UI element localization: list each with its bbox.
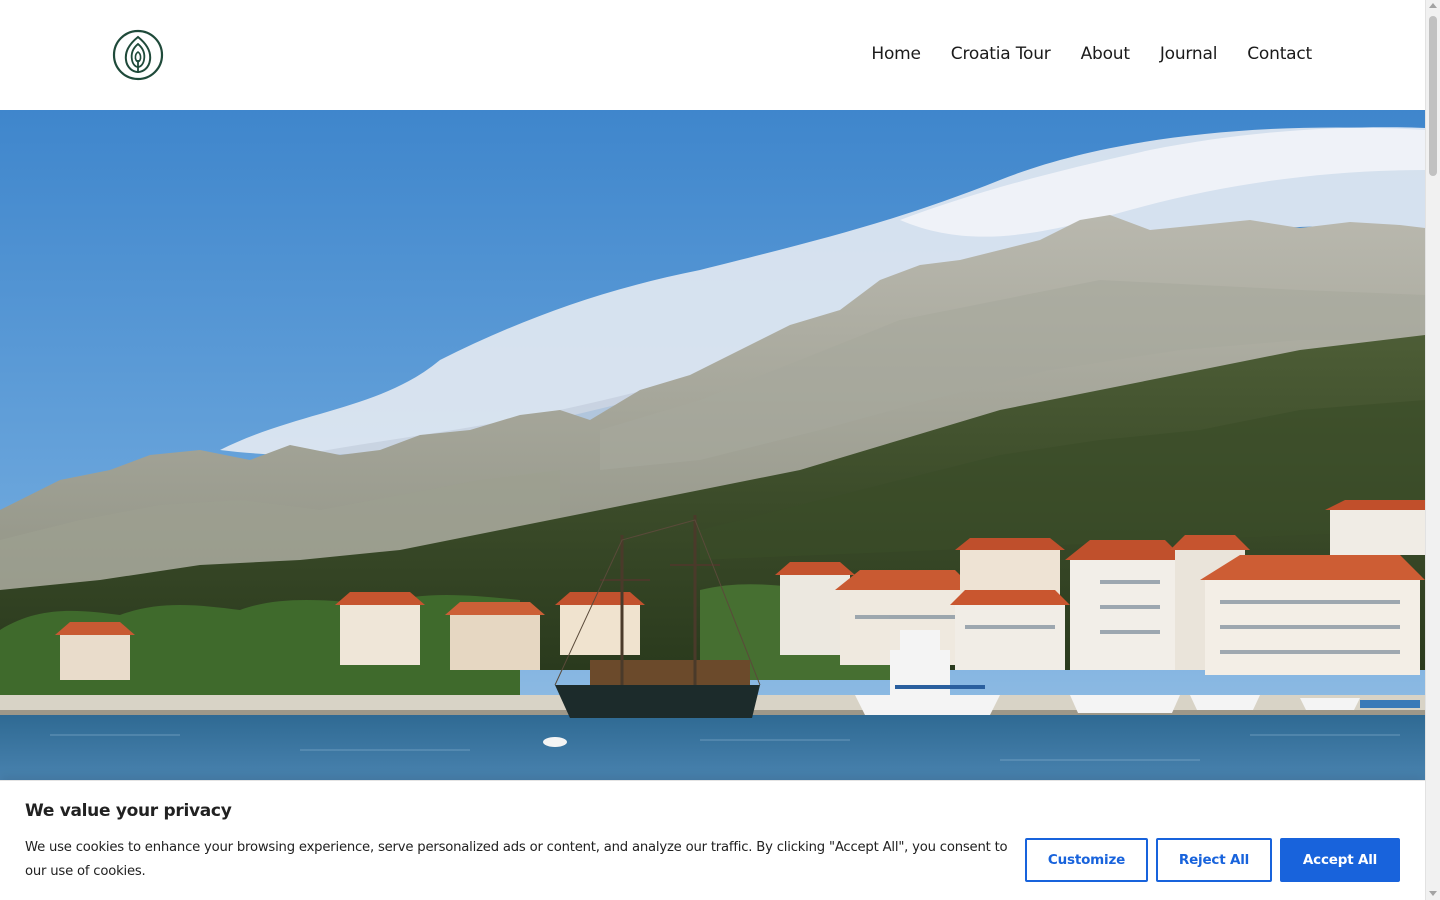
nav-home[interactable]: Home xyxy=(871,42,921,66)
scroll-up-arrow-icon[interactable] xyxy=(1429,3,1437,8)
page-viewport: Home Croatia Tour About Journal Contact xyxy=(0,0,1425,900)
reject-all-button[interactable]: Reject All xyxy=(1156,838,1272,882)
nav-croatia-tour[interactable]: Croatia Tour xyxy=(951,42,1051,66)
scroll-down-arrow-icon[interactable] xyxy=(1429,891,1437,896)
coastal-town-mountains-photo xyxy=(0,110,1425,790)
nav-about[interactable]: About xyxy=(1081,42,1130,66)
vertical-scrollbar[interactable] xyxy=(1425,0,1440,900)
scroll-thumb[interactable] xyxy=(1429,16,1437,176)
customize-button[interactable]: Customize xyxy=(1025,838,1148,882)
cookie-consent-banner: We value your privacy We use cookies to … xyxy=(0,780,1425,900)
cookie-description: We use cookies to enhance your browsing … xyxy=(25,840,1008,879)
cookie-title: We value your privacy xyxy=(25,801,232,821)
leaf-logo-icon[interactable] xyxy=(112,29,164,81)
nav-journal[interactable]: Journal xyxy=(1160,42,1218,66)
main-nav: Home Croatia Tour About Journal Contact xyxy=(871,42,1312,66)
accept-all-button[interactable]: Accept All xyxy=(1280,838,1400,882)
site-header: Home Croatia Tour About Journal Contact xyxy=(0,0,1425,110)
hero-image xyxy=(0,110,1425,790)
nav-contact[interactable]: Contact xyxy=(1247,42,1312,66)
